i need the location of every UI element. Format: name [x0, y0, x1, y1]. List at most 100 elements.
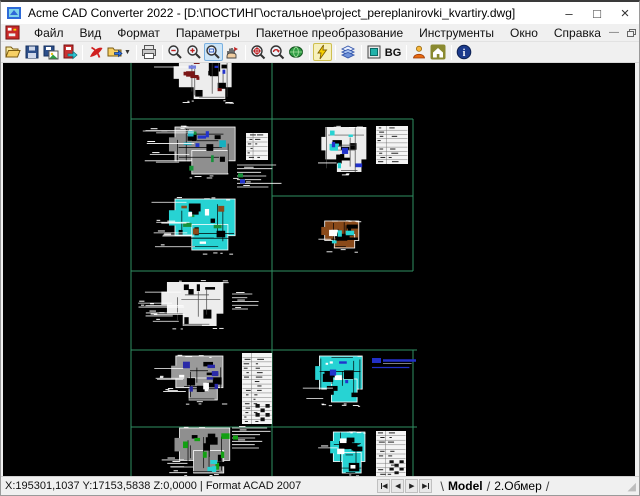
print-button[interactable]: [140, 43, 159, 61]
tab-separator: /: [485, 479, 493, 494]
minimize-button[interactable]: –: [555, 2, 583, 24]
first-sheet-button[interactable]: ◀: [377, 479, 390, 493]
coordinate-readout: X:195301,1037 Y:17153,5838 Z:0,0000 | Fo…: [5, 480, 301, 492]
menu-item-options[interactable]: Параметры: [168, 26, 248, 40]
app-window: Acme CAD Converter 2022 - [D:\ПОСТИНГ\ос…: [0, 0, 640, 496]
drawing-note-blue: [372, 358, 416, 368]
zoom-in-icon: [186, 44, 202, 60]
mdi-window-controls: — ×: [609, 28, 640, 38]
next-sheet-button[interactable]: ▶: [405, 479, 418, 493]
drawing-table-2: [376, 126, 408, 164]
toolbar-separator: [451, 45, 452, 60]
drawing-plan-white: [138, 280, 228, 329]
menu-item-help[interactable]: Справка: [546, 26, 609, 40]
license-button[interactable]: [410, 43, 429, 61]
save-button[interactable]: [22, 43, 41, 61]
drawing-table-1: [246, 133, 268, 160]
save-as-image-button[interactable]: [41, 43, 60, 61]
zoom-in-button[interactable]: [185, 43, 204, 61]
toolbar-separator: [309, 45, 310, 60]
drawing-table-4: [376, 431, 406, 476]
info-icon: i: [456, 44, 472, 60]
menu-item-window[interactable]: Окно: [502, 26, 546, 40]
tab-separator: \: [438, 479, 446, 494]
toolbar-separator: [136, 45, 137, 60]
sheet-tabs: \Model/2.Обмер/: [438, 479, 551, 494]
menu-items: ФайлВидФорматПараметрыПакетное преобразо…: [26, 24, 609, 41]
sheet-frames: [131, 63, 417, 476]
close-button[interactable]: ×: [611, 2, 639, 24]
pan-hand-icon: [224, 44, 240, 60]
tab-separator: /: [544, 479, 552, 494]
batch-folder-icon: [107, 44, 123, 60]
zoom-extents-icon: [250, 44, 266, 60]
open-button[interactable]: [3, 43, 22, 61]
zoom-window-icon: [205, 44, 221, 60]
batch-convert-dropdown-arrow-icon[interactable]: ▼: [124, 49, 131, 56]
batch-convert-button[interactable]: [105, 43, 124, 61]
save-image-icon: [43, 44, 59, 60]
home-icon: [430, 44, 446, 60]
render-view-button[interactable]: [287, 43, 306, 61]
cad-canvas[interactable]: [3, 63, 635, 476]
last-sheet-button[interactable]: ▶: [419, 479, 432, 493]
mdi-minimize-button[interactable]: —: [609, 28, 619, 38]
layers-icon: [340, 44, 356, 60]
menu-item-batch-conversion[interactable]: Пакетное преобразование: [248, 26, 411, 40]
toolbar-separator: [361, 45, 362, 60]
menu-item-file[interactable]: Файл: [26, 26, 72, 40]
title-bar: Acme CAD Converter 2022 - [D:\ПОСТИНГ\ос…: [1, 2, 639, 24]
background-toggle-button[interactable]: BG: [384, 43, 403, 61]
drawing-plan-bottom2: [318, 431, 365, 476]
prev-sheet-button[interactable]: ◀: [391, 479, 404, 493]
zoom-out-button[interactable]: [166, 43, 185, 61]
export-pdf-button[interactable]: [86, 43, 105, 61]
resize-grip[interactable]: ◢: [628, 480, 637, 493]
dwg-convert-icon: [62, 44, 78, 60]
status-bar: X:195301,1037 Y:17153,5838 Z:0,0000 | Fo…: [1, 476, 639, 495]
drawing-notes-1: [237, 165, 281, 187]
document-icon: [5, 25, 20, 40]
drawing-area-frame: [1, 63, 639, 476]
pan-button[interactable]: [223, 43, 242, 61]
toolbar: ▼ BG i: [1, 42, 639, 63]
sheet-nav-buttons: ◀◀▶▶: [377, 479, 432, 493]
homepage-button[interactable]: [429, 43, 448, 61]
quick-locate-button[interactable]: [313, 43, 332, 61]
toolbar-separator: [406, 45, 407, 60]
zoom-extents-button[interactable]: [249, 43, 268, 61]
layers-button[interactable]: [339, 43, 358, 61]
save-icon: [24, 44, 40, 60]
window-title: Acme CAD Converter 2022 - [D:\ПОСТИНГ\ос…: [28, 6, 515, 20]
background-color-button[interactable]: [365, 43, 384, 61]
printer-icon: [141, 44, 157, 60]
drawing-plan-new: [303, 356, 362, 407]
window-controls: – □ ×: [555, 2, 639, 24]
lightning-icon: [314, 44, 330, 60]
drawing-table-3: [242, 353, 272, 424]
toolbar-separator: [162, 45, 163, 60]
toolbar-separator: [82, 45, 83, 60]
toolbar-separator: [335, 45, 336, 60]
dwg-version-convert-button[interactable]: [60, 43, 79, 61]
menu-item-tools[interactable]: Инструменты: [411, 26, 502, 40]
drawing-plan-bottom1: [162, 427, 230, 476]
menu-item-view[interactable]: Вид: [72, 26, 110, 40]
person-icon: [411, 44, 427, 60]
about-button[interactable]: i: [455, 43, 474, 61]
mdi-restore-button[interactable]: [627, 29, 636, 37]
svg-text:i: i: [463, 48, 466, 59]
globe-icon: [288, 44, 304, 60]
open-folder-icon: [5, 44, 21, 60]
sheet-tab-model[interactable]: Model: [446, 479, 485, 493]
menu-bar: ФайлВидФорматПараметрыПакетное преобразо…: [1, 24, 639, 42]
zoom-previous-button[interactable]: [268, 43, 287, 61]
drawing-notes-3: [232, 426, 271, 448]
sheet-tab-obmer[interactable]: 2.Обмер: [492, 479, 544, 493]
menu-item-format[interactable]: Формат: [109, 26, 168, 40]
pdf-icon: [88, 44, 104, 60]
app-icon: [6, 5, 22, 21]
drawing-plan-furniture: [318, 220, 361, 252]
zoom-window-button[interactable]: [204, 43, 223, 61]
maximize-button[interactable]: □: [583, 2, 611, 24]
